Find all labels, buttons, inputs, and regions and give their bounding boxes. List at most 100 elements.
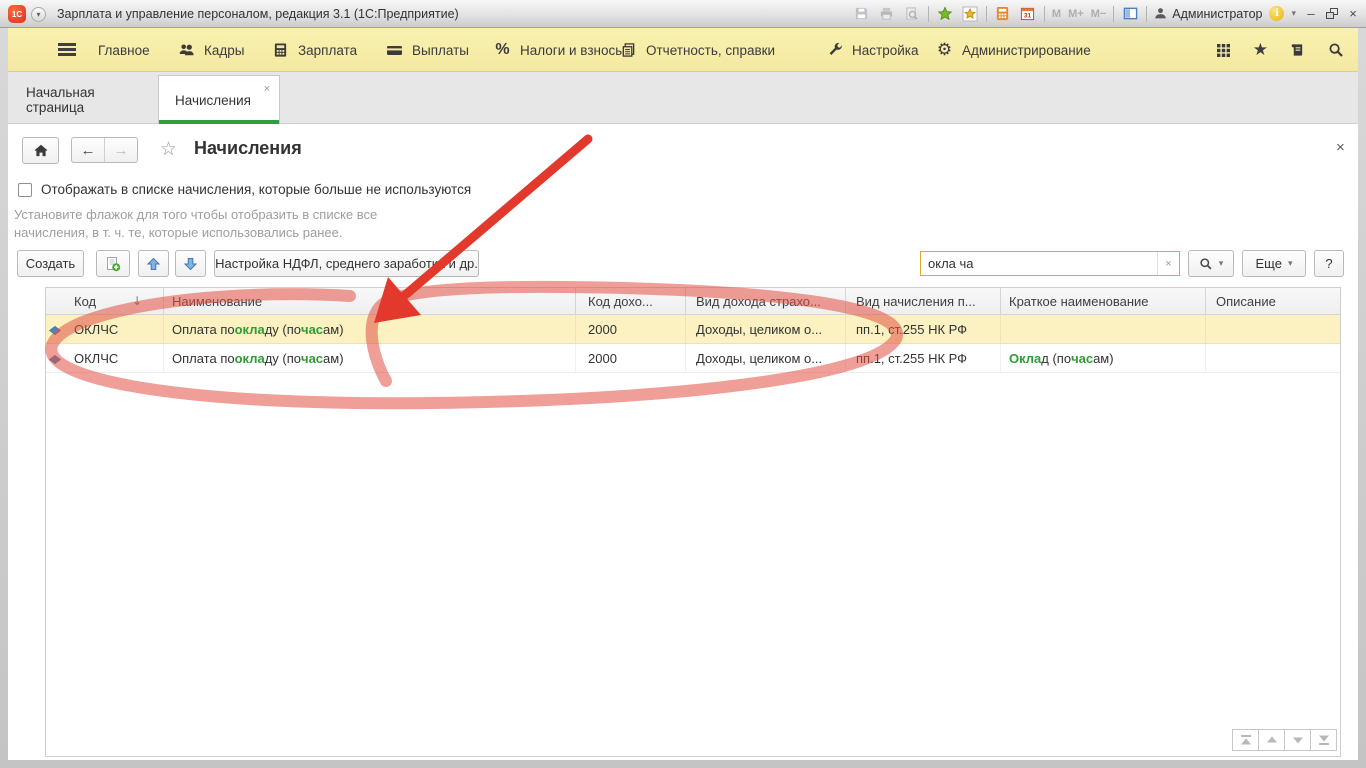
move-up-button[interactable] xyxy=(138,250,169,277)
menu-right-tools: ★ xyxy=(1215,28,1344,72)
titlebar-tools: 31 M M+ M− Администратор i ▾ – × xyxy=(853,0,1361,27)
move-down-button[interactable] xyxy=(175,250,206,277)
memory-m-minus-button[interactable]: M− xyxy=(1091,8,1107,20)
report-doc-icon xyxy=(620,42,637,59)
column-header-code[interactable]: Код↓ xyxy=(46,288,164,314)
wallet-icon xyxy=(386,42,403,59)
column-header-insurance-income-kind[interactable]: Вид дохода страхо... xyxy=(686,288,846,314)
separator xyxy=(1146,6,1147,22)
search-button[interactable]: ▾ xyxy=(1188,250,1234,277)
close-tab-icon[interactable]: × xyxy=(264,84,270,95)
search-icon xyxy=(1199,257,1213,271)
clear-search-icon[interactable]: × xyxy=(1157,252,1179,275)
main-menu: Главное Кадры Зарплата Выплаты % Налоги … xyxy=(8,28,1358,72)
favorite-star-icon[interactable]: ☆ xyxy=(160,140,177,159)
close-window-button[interactable]: × xyxy=(1345,6,1361,21)
table-row[interactable]: ОКЛЧС Оплата по окладу (по часам) 2000 Д… xyxy=(46,344,1340,373)
search-input[interactable] xyxy=(921,256,1157,271)
cell-income-code: 2000 xyxy=(576,315,686,343)
cell-insurance-income-kind: Доходы, целиком о... xyxy=(686,344,846,372)
go-down-button[interactable] xyxy=(1284,729,1311,751)
forward-button[interactable]: → xyxy=(105,138,137,162)
calculator-icon xyxy=(272,42,289,59)
minimize-button[interactable]: – xyxy=(1303,6,1319,21)
titlebar: 1С ▾ Зарплата и управление персоналом, р… xyxy=(0,0,1366,28)
column-header-description[interactable]: Описание xyxy=(1206,288,1340,314)
wrench-icon xyxy=(826,42,843,59)
more-button[interactable]: Еще ▾ xyxy=(1242,250,1306,277)
go-up-button[interactable] xyxy=(1258,729,1285,751)
favorites-icon[interactable] xyxy=(961,5,979,23)
separator xyxy=(1113,6,1114,22)
menu-payments[interactable]: Выплаты xyxy=(386,28,469,72)
memory-m-plus-button[interactable]: M+ xyxy=(1068,8,1084,20)
user-name: Администратор xyxy=(1172,7,1262,21)
separator xyxy=(1044,6,1045,22)
show-unused-checkbox[interactable] xyxy=(18,183,32,197)
cell-description xyxy=(1206,315,1340,343)
arrow-down-icon xyxy=(184,257,197,271)
menu-main[interactable]: Главное xyxy=(98,28,150,72)
hint-line-1: Установите флажок для того чтобы отобраз… xyxy=(14,207,377,222)
close-form-icon[interactable]: × xyxy=(1336,139,1345,156)
hint-line-2: начисления, в т. ч. те, которые использо… xyxy=(14,225,343,240)
help-button[interactable]: ? xyxy=(1314,250,1344,277)
percent-icon: % xyxy=(494,42,511,59)
split-window-icon[interactable] xyxy=(1121,5,1139,23)
cell-accrual-kind: пп.1, ст.255 НК РФ xyxy=(846,315,1001,343)
cell-accrual-kind: пп.1, ст.255 НК РФ xyxy=(846,344,1001,372)
column-header-short-name[interactable]: Краткое наименование xyxy=(1001,288,1206,314)
create-button[interactable]: Создать xyxy=(17,250,84,277)
chevron-down-icon: ▾ xyxy=(1288,259,1293,269)
current-user[interactable]: Администратор xyxy=(1154,7,1262,21)
calendar-icon[interactable]: 31 xyxy=(1019,5,1037,23)
search-box: × xyxy=(920,251,1180,276)
app-window: 1С ▾ Зарплата и управление персоналом, р… xyxy=(0,0,1366,768)
history-icon[interactable] xyxy=(1289,42,1306,59)
menu-administration[interactable]: ⚙ Администрирование xyxy=(936,28,1091,72)
tab-accruals[interactable]: Начисления × xyxy=(158,75,280,124)
cell-income-code: 2000 xyxy=(576,344,686,372)
sort-down-icon: ↓ xyxy=(132,294,142,308)
cell-description xyxy=(1206,344,1340,372)
tab-start-page[interactable]: Начальная страница xyxy=(10,75,158,124)
menu-reports[interactable]: Отчетность, справки xyxy=(620,28,775,72)
all-functions-grid-icon[interactable] xyxy=(1215,42,1232,59)
system-menu-button[interactable]: ▾ xyxy=(31,7,46,22)
back-button[interactable]: ← xyxy=(72,138,105,162)
go-first-button[interactable] xyxy=(1232,729,1259,751)
info-icon[interactable]: i xyxy=(1269,6,1284,21)
create-by-copy-button[interactable] xyxy=(96,250,130,277)
print-icon[interactable] xyxy=(878,5,896,23)
restore-button[interactable] xyxy=(1326,8,1338,19)
menu-settings[interactable]: Настройка xyxy=(826,28,918,72)
menu-salary[interactable]: Зарплата xyxy=(272,28,357,72)
favorites-star-icon[interactable]: ★ xyxy=(1253,42,1268,59)
tabstrip: Начальная страница Начисления × xyxy=(8,72,1358,124)
svg-text:31: 31 xyxy=(1024,13,1032,20)
cell-short-name: Оклад (по часам) xyxy=(1001,344,1206,372)
chevron-down-icon: ▾ xyxy=(1219,259,1224,269)
chevron-down-icon: ▾ xyxy=(36,10,40,19)
menu-personnel[interactable]: Кадры xyxy=(178,28,244,72)
column-header-income-code[interactable]: Код дохо... xyxy=(576,288,686,314)
ndfl-settings-button[interactable]: Настройка НДФЛ, среднего заработка и др. xyxy=(214,250,479,277)
user-icon xyxy=(1154,7,1167,20)
menu-taxes[interactable]: % Налоги и взносы xyxy=(494,28,625,72)
column-header-accrual-kind[interactable]: Вид начисления п... xyxy=(846,288,1001,314)
hamburger-menu-icon[interactable] xyxy=(58,43,76,56)
accruals-form: ← → ☆ Начисления × Отображать в списке н… xyxy=(8,124,1358,760)
list-nav-buttons xyxy=(1233,729,1337,751)
chevron-down-icon[interactable]: ▾ xyxy=(1291,9,1296,19)
catalog-item-icon xyxy=(49,353,61,368)
column-header-name[interactable]: Наименование xyxy=(164,288,576,314)
print-preview-icon[interactable] xyxy=(903,5,921,23)
home-button[interactable] xyxy=(22,137,59,164)
memory-m-button[interactable]: M xyxy=(1052,8,1061,20)
search-icon[interactable] xyxy=(1327,42,1344,59)
save-icon[interactable] xyxy=(853,5,871,23)
table-row[interactable]: ОКЛЧС Оплата по окладу (по часам) 2000 Д… xyxy=(46,315,1340,344)
go-last-button[interactable] xyxy=(1310,729,1337,751)
calculator-icon[interactable] xyxy=(994,5,1012,23)
add-favorite-icon[interactable] xyxy=(936,5,954,23)
